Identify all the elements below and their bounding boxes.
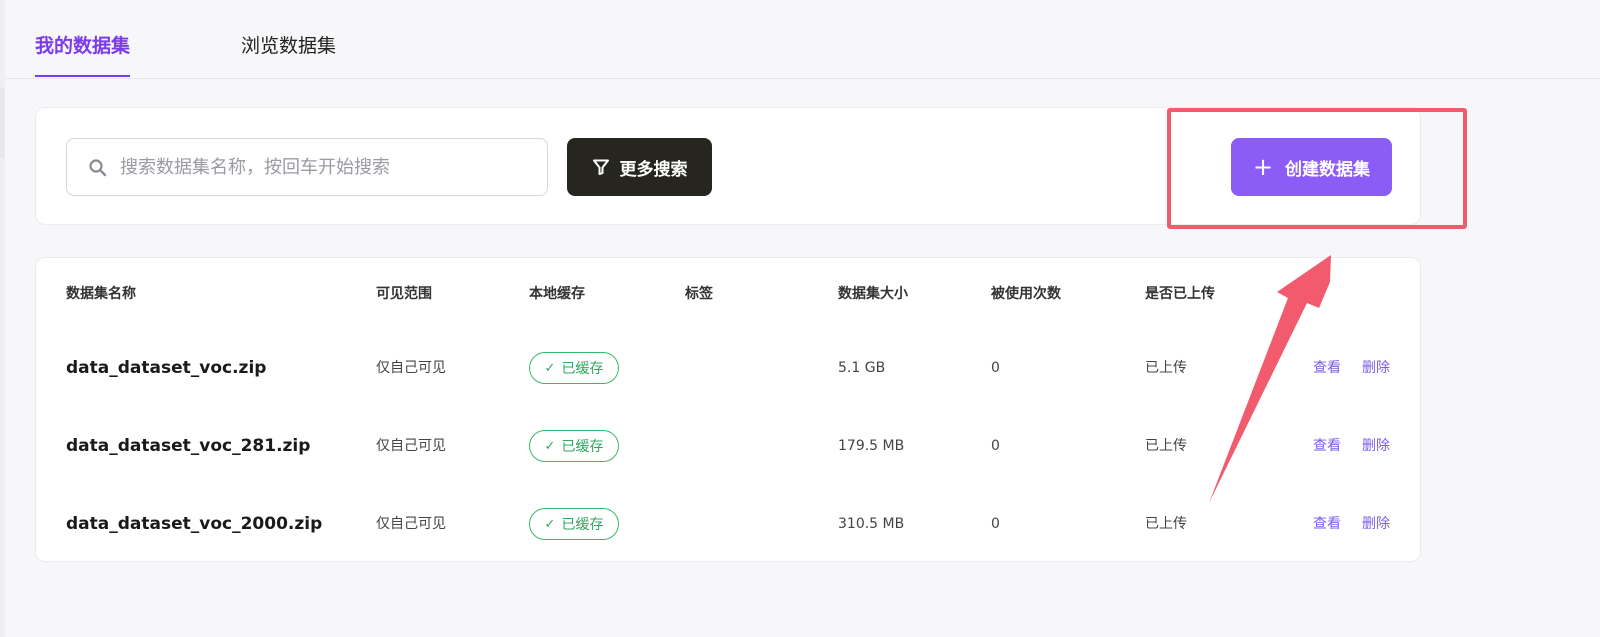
check-icon: ✓ [544,438,556,454]
usage-cell: 0 [991,438,1000,454]
dataset-name: data_dataset_voc.zip [66,358,267,378]
header-visibility: 可见范围 [376,286,432,302]
more-search-button[interactable]: 更多搜索 [567,138,712,196]
search-input[interactable] [120,139,540,195]
header-size: 数据集大小 [838,286,908,302]
delete-link[interactable]: 删除 [1362,504,1390,544]
size-cell: 310.5 MB [838,516,905,532]
check-icon: ✓ [544,360,556,376]
check-icon: ✓ [544,516,556,532]
page: 我的数据集 浏览数据集 更多搜索 + 创建数据集 数据集名称 可见范围 本地缓存… [0,0,1600,637]
visibility-cell: 仅自己可见 [376,360,446,376]
dataset-name: data_dataset_voc_2000.zip [66,514,323,534]
search-field[interactable] [66,138,548,196]
tab-bar: 我的数据集 浏览数据集 [5,0,1600,79]
plus-icon: + [1252,153,1274,181]
usage-cell: 0 [991,516,1000,532]
uploaded-cell: 已上传 [1145,360,1187,376]
size-cell: 5.1 GB [838,360,886,376]
dataset-name: data_dataset_voc_281.zip [66,436,311,456]
search-icon [89,159,107,177]
tab-my-datasets[interactable]: 我的数据集 [35,32,131,77]
create-dataset-button[interactable]: + 创建数据集 [1231,138,1392,196]
cached-label: 已缓存 [561,439,604,455]
cached-badge: ✓ 已缓存 [529,352,619,384]
header-usage: 被使用次数 [991,286,1061,302]
create-dataset-label: 创建数据集 [1285,159,1371,180]
visibility-cell: 仅自己可见 [376,516,446,532]
search-panel: 更多搜索 + 创建数据集 [35,107,1421,225]
view-link[interactable]: 查看 [1313,426,1341,466]
usage-cell: 0 [991,360,1000,376]
cached-label: 已缓存 [561,361,604,377]
delete-link[interactable]: 删除 [1362,426,1390,466]
cached-badge: ✓ 已缓存 [529,508,619,540]
uploaded-cell: 已上传 [1145,516,1187,532]
header-name: 数据集名称 [66,286,136,302]
table-row: data_dataset_voc.zip 仅自己可见 ✓ 已缓存 5.1 GB … [36,348,1420,388]
datasets-table: 数据集名称 可见范围 本地缓存 标签 数据集大小 被使用次数 是否已上传 dat… [35,257,1421,562]
delete-link[interactable]: 删除 [1362,348,1390,388]
left-edge-strip [0,88,5,158]
table-row: data_dataset_voc_2000.zip 仅自己可见 ✓ 已缓存 31… [36,504,1420,544]
cached-badge: ✓ 已缓存 [529,430,619,462]
table-row: data_dataset_voc_281.zip 仅自己可见 ✓ 已缓存 179… [36,426,1420,466]
uploaded-cell: 已上传 [1145,438,1187,454]
header-cache: 本地缓存 [529,286,585,302]
view-link[interactable]: 查看 [1313,504,1341,544]
cached-label: 已缓存 [561,517,604,533]
filter-icon [592,159,609,175]
size-cell: 179.5 MB [838,438,905,454]
more-search-label: 更多搜索 [619,159,688,180]
visibility-cell: 仅自己可见 [376,438,446,454]
view-link[interactable]: 查看 [1313,348,1341,388]
header-tags: 标签 [685,286,713,302]
header-uploaded: 是否已上传 [1145,286,1215,302]
tab-browse-datasets[interactable]: 浏览数据集 [241,32,336,60]
